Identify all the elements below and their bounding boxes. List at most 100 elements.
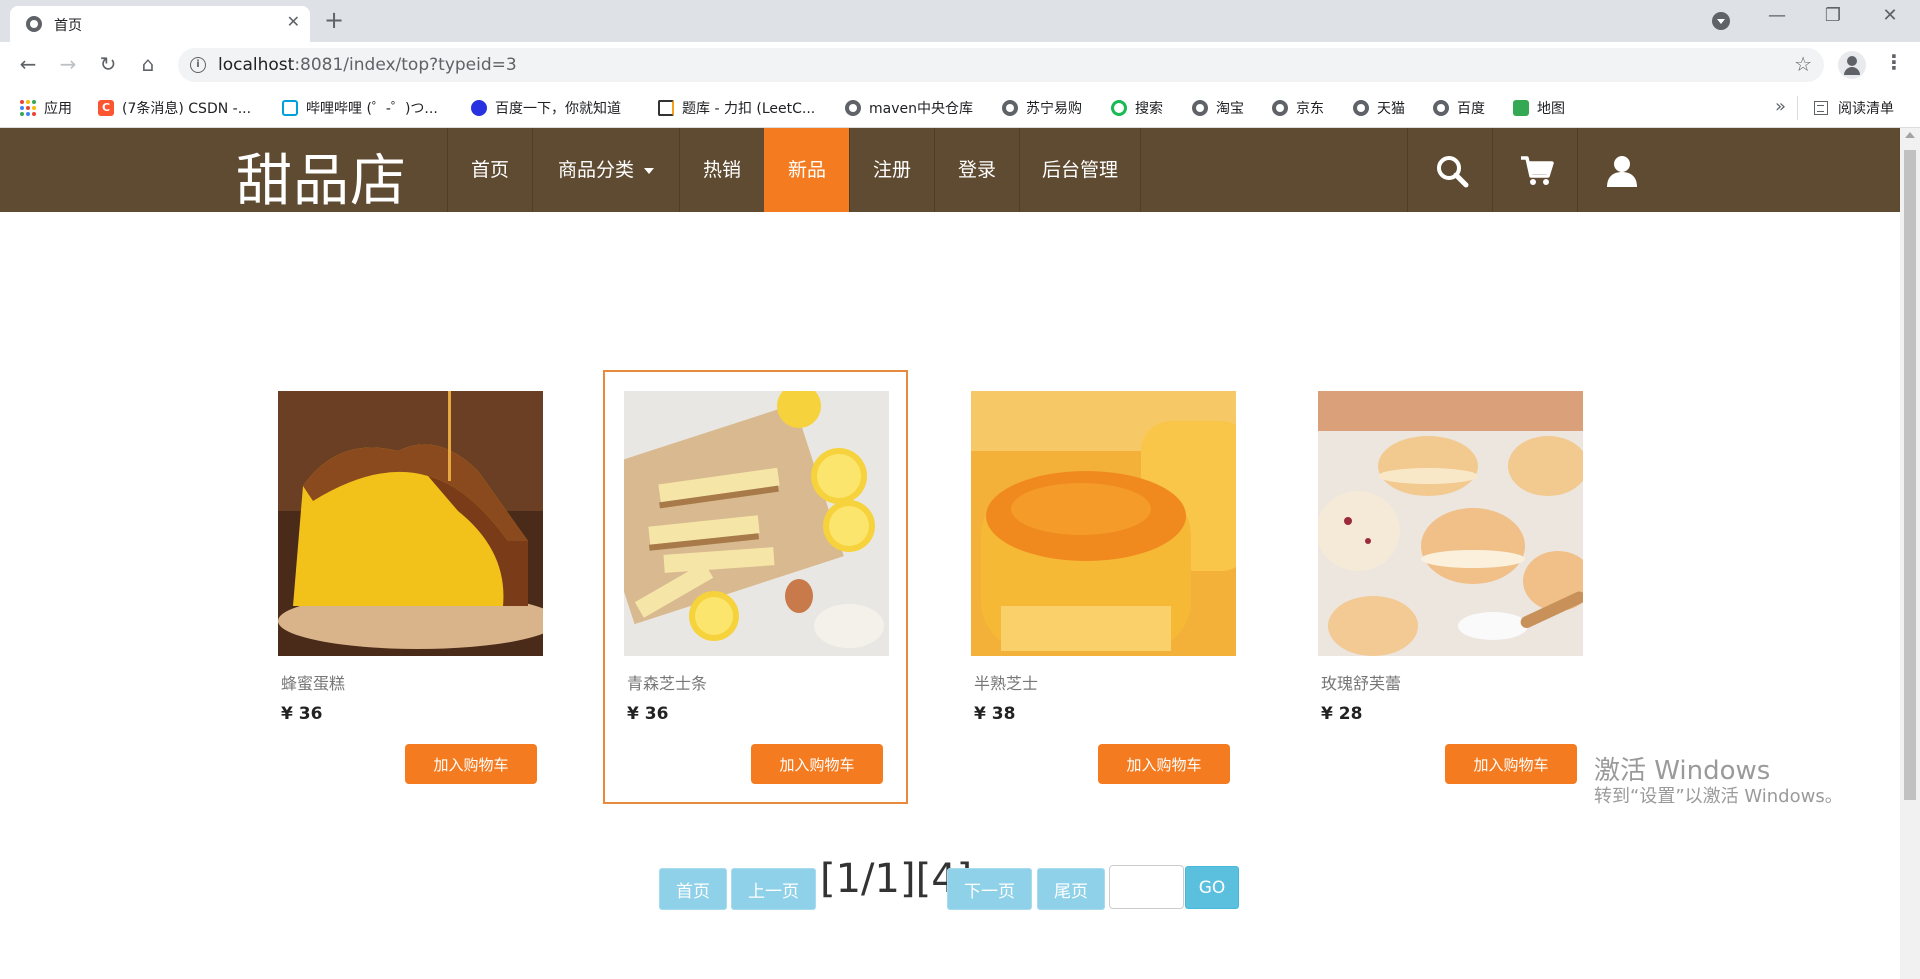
prev-page-button[interactable]: 上一页 <box>731 868 816 910</box>
new-tab-button[interactable]: + <box>324 6 344 34</box>
bookmark-baidu[interactable]: 百度 <box>1433 98 1485 118</box>
nav-home[interactable]: 首页 <box>447 128 532 212</box>
minimize-button[interactable]: — <box>1762 5 1792 26</box>
product-image[interactable] <box>1318 391 1583 656</box>
cart-button[interactable] <box>1492 128 1578 212</box>
product-name[interactable]: 半熟芝士 <box>974 670 1038 694</box>
bookmark-label: 哔哩哔哩 (゜-゜)つ... <box>306 101 438 117</box>
address-bar[interactable]: i localhost:8081/index/top?typeid=3 ☆ <box>178 48 1824 82</box>
site-logo[interactable]: 甜品店 <box>236 136 407 217</box>
search-icon <box>1437 156 1469 188</box>
next-page-button[interactable]: 下一页 <box>947 868 1032 910</box>
browser-tab[interactable]: 首页 ✕ <box>10 6 310 42</box>
bookmark-label: 天猫 <box>1377 101 1405 117</box>
product-name[interactable]: 青森芝士条 <box>627 670 707 694</box>
bookmark-label: 苏宁易购 <box>1026 101 1082 117</box>
reload-button[interactable]: ↻ <box>96 52 120 76</box>
add-to-cart-button[interactable]: 加入购物车 <box>405 744 537 784</box>
nav-admin[interactable]: 后台管理 <box>1019 128 1141 212</box>
bookmark-star-icon[interactable]: ☆ <box>1794 52 1812 76</box>
csdn-icon: C <box>98 100 114 116</box>
page-number-input[interactable] <box>1109 865 1184 909</box>
nav-register[interactable]: 注册 <box>849 128 934 212</box>
bookmark-label: 题库 - 力扣 (LeetC... <box>682 101 816 117</box>
bookmark-csdn[interactable]: C (7条消息) CSDN -... <box>98 98 251 118</box>
scroll-up-icon[interactable] <box>1905 132 1915 138</box>
bookmark-jd[interactable]: 京东 <box>1272 98 1324 118</box>
nav-new[interactable]: 新品 <box>764 128 849 212</box>
bookmark-suning[interactable]: 苏宁易购 <box>1002 98 1082 118</box>
bookmark-leetcode[interactable]: 题库 - 力扣 (LeetC... <box>658 98 815 118</box>
search360-icon <box>1111 100 1127 116</box>
bookmark-taobao[interactable]: 淘宝 <box>1192 98 1244 118</box>
bookmark-label: maven中央仓库 <box>869 101 973 117</box>
tab-strip: 首页 ✕ + — ❐ ✕ <box>0 0 1920 42</box>
chevron-down-icon <box>644 167 654 174</box>
product-image[interactable] <box>971 391 1236 656</box>
bookmark-label: (7条消息) CSDN -... <box>122 101 252 117</box>
product-image[interactable] <box>624 391 889 656</box>
nav-login[interactable]: 登录 <box>934 128 1019 212</box>
url-host: localhost <box>218 55 295 75</box>
bookmark-baidu-search[interactable]: 百度一下，你就知道 <box>471 98 621 118</box>
browser-menu-icon[interactable]: ⋮ <box>1884 50 1904 74</box>
bilibili-icon <box>282 100 298 116</box>
info-icon[interactable]: i <box>190 57 206 73</box>
vertical-scrollbar[interactable] <box>1900 128 1920 979</box>
browser-toolbar: ← → ↻ ⌂ i localhost:8081/index/top?typei… <box>0 42 1920 88</box>
product-card: 玫瑰舒芙蕾 ¥ 28 加入购物车 <box>1297 370 1602 804</box>
product-price: ¥ 36 <box>281 704 323 724</box>
product-name[interactable]: 玫瑰舒芙蕾 <box>1321 670 1401 694</box>
product-card: 蜂蜜蛋糕 ¥ 36 加入购物车 <box>257 370 562 804</box>
account-button[interactable] <box>1577 128 1663 212</box>
first-page-button[interactable]: 首页 <box>659 868 727 910</box>
search-button[interactable] <box>1407 128 1493 212</box>
bookmark-bilibili[interactable]: 哔哩哔哩 (゜-゜)つ... <box>282 98 438 118</box>
bookmark-apps[interactable]: 应用 <box>20 98 72 118</box>
close-window-button[interactable]: ✕ <box>1875 5 1905 26</box>
bookmark-label: 应用 <box>44 101 72 117</box>
reading-list-button[interactable]: 阅读清单 <box>1814 98 1894 118</box>
product-image[interactable] <box>278 391 543 656</box>
tab-title: 首页 <box>54 18 82 34</box>
bookmark-label: 京东 <box>1296 101 1324 117</box>
last-page-button[interactable]: 尾页 <box>1037 868 1105 910</box>
bookmark-map[interactable]: 地图 <box>1513 98 1565 118</box>
product-price: ¥ 36 <box>627 704 669 724</box>
close-tab-icon[interactable]: ✕ <box>287 12 300 31</box>
globe-icon <box>1002 100 1018 116</box>
globe-icon <box>26 16 42 32</box>
user-icon <box>1607 156 1637 187</box>
nav-categories[interactable]: 商品分类 <box>532 128 679 212</box>
globe-icon <box>1192 100 1208 116</box>
globe-icon <box>1353 100 1369 116</box>
globe-icon <box>1433 100 1449 116</box>
add-to-cart-button[interactable]: 加入购物车 <box>1098 744 1230 784</box>
bookmark-search[interactable]: 搜索 <box>1111 98 1163 118</box>
bookmark-maven[interactable]: maven中央仓库 <box>845 98 973 118</box>
forward-button[interactable]: → <box>56 52 80 76</box>
more-bookmarks-icon[interactable]: » <box>1775 96 1786 117</box>
go-button[interactable]: GO <box>1185 866 1239 909</box>
bookmark-tmall[interactable]: 天猫 <box>1353 98 1405 118</box>
scrollbar-thumb[interactable] <box>1904 150 1916 800</box>
back-button[interactable]: ← <box>16 52 40 76</box>
restore-button[interactable]: ❐ <box>1818 5 1848 26</box>
map-icon <box>1513 100 1529 116</box>
bookmark-label: 百度 <box>1457 101 1485 117</box>
tab-search-icon[interactable] <box>1712 12 1730 30</box>
activation-watermark-subtitle: 转到“设置”以激活 Windows。 <box>1594 786 1843 807</box>
add-to-cart-button[interactable]: 加入购物车 <box>1445 744 1577 784</box>
product-card: 青森芝士条 ¥ 36 加入购物车 <box>603 370 908 804</box>
bookmark-label: 百度一下，你就知道 <box>495 101 621 117</box>
leetcode-icon <box>658 100 674 116</box>
home-button[interactable]: ⌂ <box>136 52 160 76</box>
url-path: :8081/index/top?typeid=3 <box>294 55 517 75</box>
nav-hot[interactable]: 热销 <box>679 128 764 212</box>
nav-categories-label: 商品分类 <box>557 159 634 181</box>
product-name[interactable]: 蜂蜜蛋糕 <box>281 670 345 694</box>
baidu-icon <box>471 100 487 116</box>
add-to-cart-button[interactable]: 加入购物车 <box>751 744 883 784</box>
profile-avatar[interactable] <box>1838 51 1866 79</box>
cart-icon <box>1521 156 1554 185</box>
